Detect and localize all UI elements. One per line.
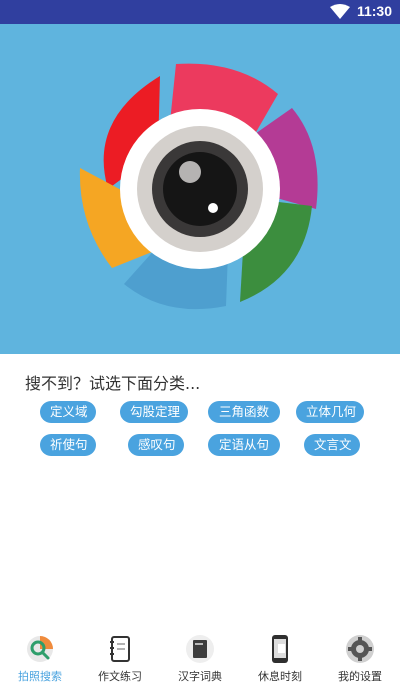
tab-label: 休息时刻 [258,670,302,683]
category-chip[interactable]: 文言文 [304,434,360,456]
bottom-tab-bar: 拍照搜索 作文练习 汉字词典 休息时刻 我的设置 [0,630,400,690]
lens-highlight [179,161,201,183]
tab-label: 拍照搜索 [18,670,62,683]
category-chip[interactable]: 感叹句 [128,434,184,456]
category-chip[interactable]: 勾股定理 [120,401,188,423]
category-chip[interactable]: 祈使句 [40,434,96,456]
tab-label: 汉字词典 [178,670,222,683]
gear-icon [346,635,374,663]
hero-banner [0,24,400,354]
lens-glint [208,203,218,213]
notebook-icon [110,636,130,662]
photo-search-icon [27,636,53,662]
wifi-icon [330,4,350,19]
search-fallback-prompt: 搜不到？试选下面分类... [25,374,201,393]
phone-icon [272,635,288,663]
tab-break-time[interactable]: 休息时刻 [240,630,320,690]
status-bar: 11:30 [0,0,400,24]
tab-photo-search[interactable]: 拍照搜索 [0,630,80,690]
tab-essay-practice[interactable]: 作文练习 [80,630,160,690]
category-chip[interactable]: 定义域 [40,401,96,423]
tab-my-settings[interactable]: 我的设置 [320,630,400,690]
status-time: 11:30 [356,3,392,19]
lens-core [163,152,237,226]
tab-label: 我的设置 [338,670,382,683]
category-chip[interactable]: 三角函数 [208,401,280,423]
category-chip[interactable]: 定语从句 [208,434,280,456]
dictionary-icon [186,635,214,663]
camera-shutter-logo [79,63,318,310]
tab-label: 作文练习 [98,670,142,683]
category-chip[interactable]: 立体几何 [296,401,364,423]
tab-dictionary[interactable]: 汉字词典 [160,630,240,690]
